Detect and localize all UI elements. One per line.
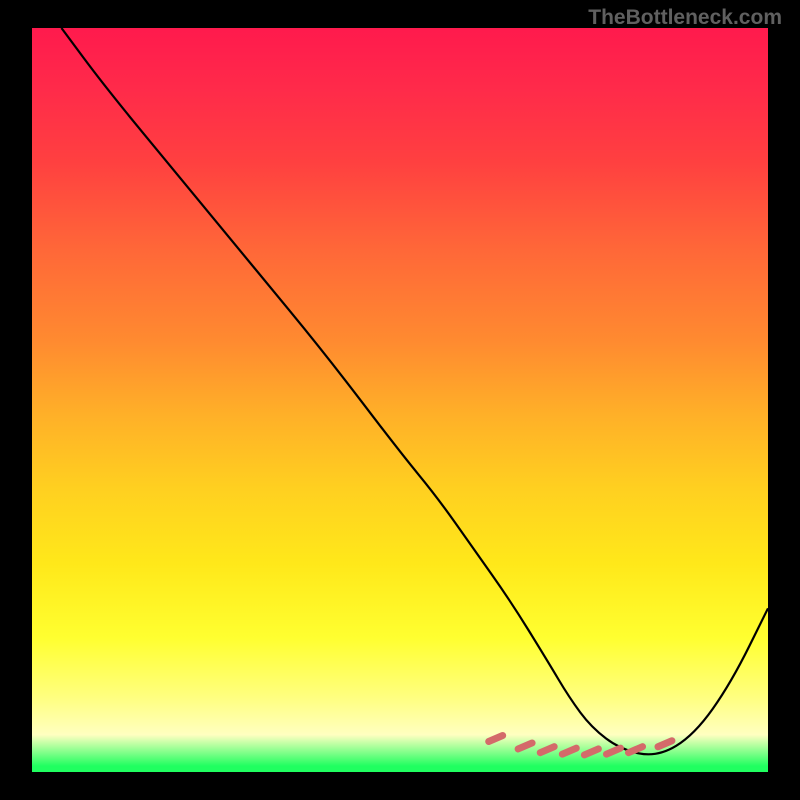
- highlight-dash: [629, 747, 643, 753]
- highlight-dash: [562, 748, 576, 754]
- highlight-dash: [540, 747, 554, 753]
- plot-area: [32, 28, 768, 772]
- highlight-dash: [489, 736, 503, 742]
- highlight-dash: [518, 743, 532, 749]
- highlight-dash: [606, 748, 620, 754]
- highlight-dash: [658, 741, 672, 747]
- bottleneck-curve-line: [61, 28, 768, 754]
- watermark-text: TheBottleneck.com: [588, 6, 782, 30]
- highlight-markers: [489, 736, 672, 755]
- chart-svg: [32, 28, 768, 772]
- highlight-dash: [584, 749, 598, 755]
